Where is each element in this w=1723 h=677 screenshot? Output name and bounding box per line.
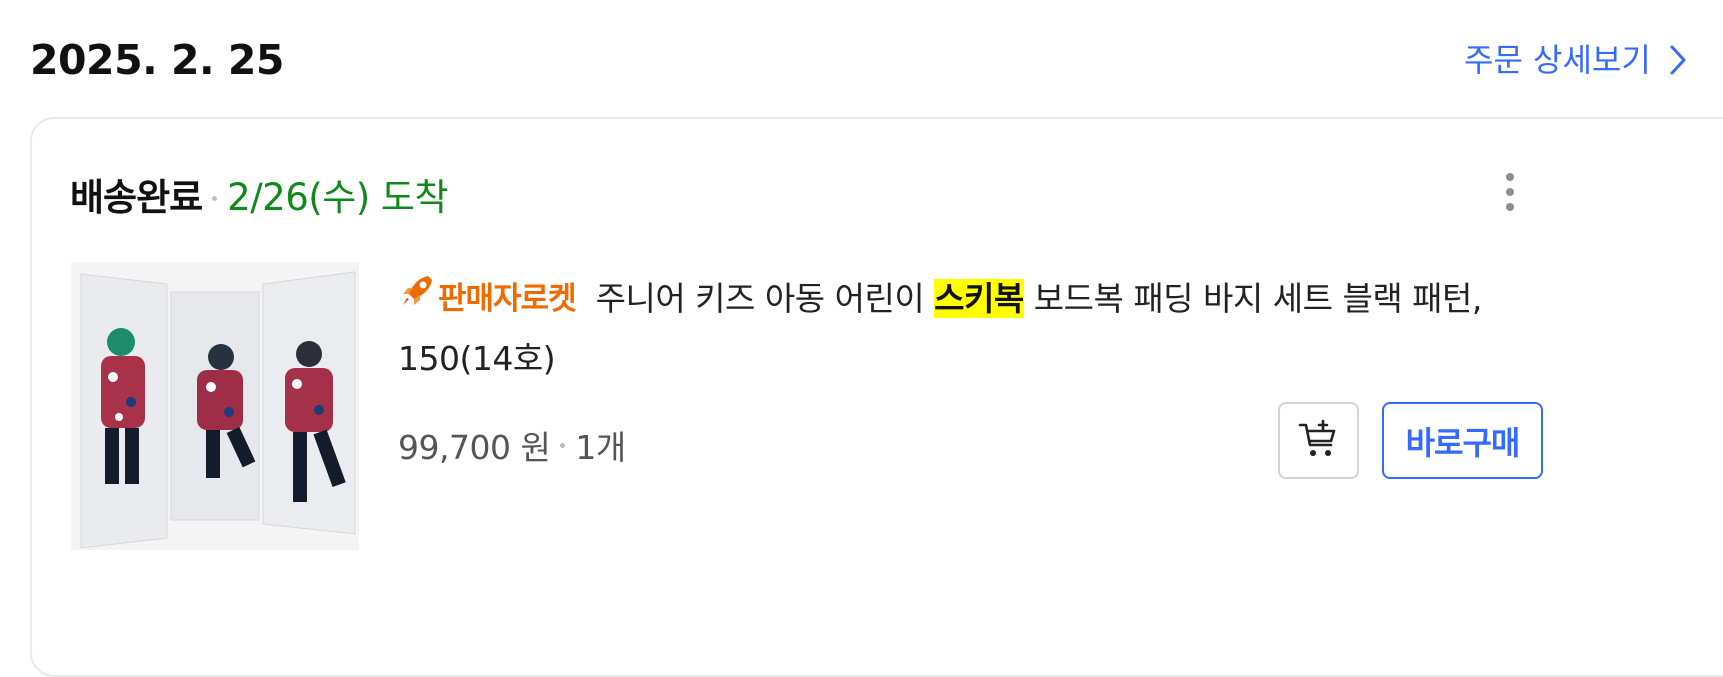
- delivery-status: 배송완료: [70, 176, 203, 219]
- order-header: 2025. 2. 25 주문 상세보기: [0, 0, 1723, 120]
- search-highlight: 스키복: [934, 279, 1024, 318]
- order-detail-label: 주문 상세보기: [1464, 41, 1651, 79]
- rocket-badge-label: 판매자로켓: [438, 281, 577, 317]
- price-row: 99,700 원 1개: [398, 421, 626, 469]
- separator-dot: [212, 196, 218, 201]
- order-detail-link[interactable]: 주문 상세보기: [1464, 38, 1695, 82]
- delivery-status-row: 배송완료 2/26(수) 도착: [70, 167, 449, 221]
- add-to-cart-button[interactable]: [1278, 402, 1359, 479]
- chevron-right-icon: [1669, 43, 1695, 77]
- add-to-cart-icon: [1297, 417, 1341, 465]
- more-vertical-icon[interactable]: [1490, 169, 1530, 215]
- seller-rocket-badge: 판매자로켓: [398, 269, 577, 329]
- product-title[interactable]: 판매자로켓 주니어 키즈 아동 어린이 스키복 보드복 패딩 바지 세트 블랙 …: [398, 269, 1508, 389]
- product-price: 99,700 원: [398, 428, 551, 467]
- product-quantity: 1개: [575, 428, 626, 467]
- product-title-prefix: 주니어 키즈 아동 어린이: [595, 279, 935, 318]
- buy-now-button[interactable]: 바로구매: [1382, 402, 1543, 479]
- separator-dot: [560, 442, 566, 448]
- rocket-icon: [398, 269, 438, 329]
- arrival-date: 2/26(수) 도착: [227, 176, 449, 219]
- order-card: 배송완료 2/26(수) 도착 판매자로켓 주니어 키즈 아동 어린이 스키복 …: [30, 117, 1723, 677]
- product-thumbnail[interactable]: [71, 262, 359, 550]
- order-date: 2025. 2. 25: [30, 36, 284, 84]
